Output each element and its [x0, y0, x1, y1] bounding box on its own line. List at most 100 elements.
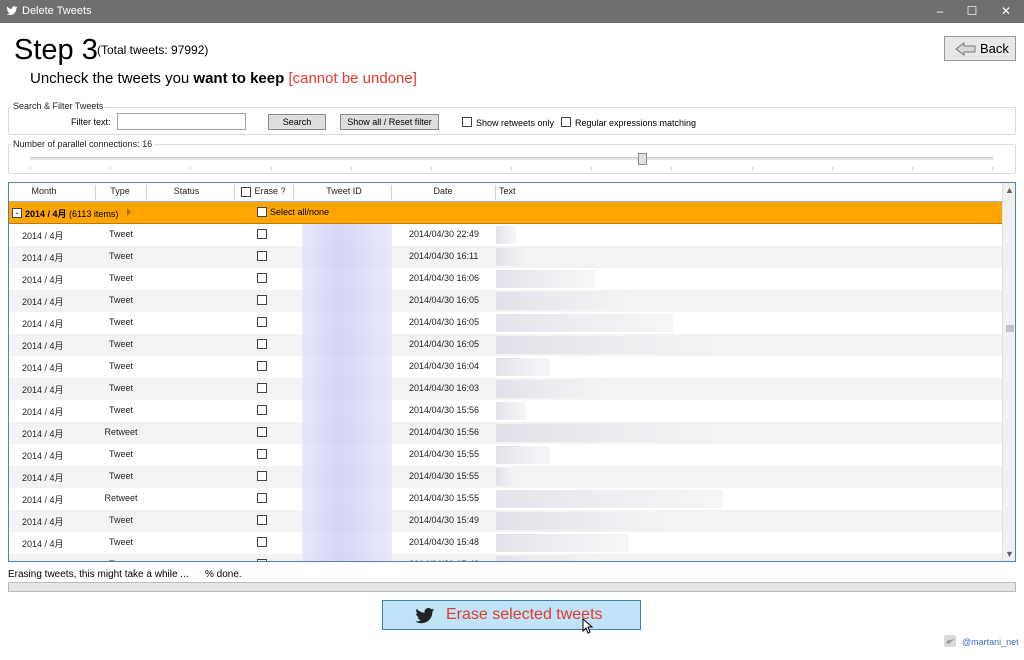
erase-selected-button[interactable]: Erase selected tweets — [382, 600, 641, 630]
window-title: Delete Tweets — [22, 5, 92, 17]
grid-scrollbar[interactable]: ▲ ▼ — [1002, 183, 1015, 561]
table-row[interactable]: 2014 / 4月 Tweet 2014/04/30 15:55 — [9, 466, 1002, 488]
erase-checkbox[interactable] — [257, 559, 267, 561]
scroll-up-button[interactable]: ▲ — [1005, 185, 1014, 195]
instruction-prefix: Uncheck the tweets you — [30, 70, 194, 87]
cell-type: Tweet — [108, 383, 133, 393]
scroll-thumb[interactable] — [1006, 325, 1014, 332]
erase-checkbox[interactable] — [257, 273, 267, 283]
tweet-text-redacted — [496, 424, 723, 442]
cell-month: 2014 / 4月 — [22, 473, 64, 483]
cell-month: 2014 / 4月 — [22, 429, 64, 439]
cell-date: 2014/04/30 16:03 — [409, 383, 480, 393]
erase-checkbox[interactable] — [257, 361, 267, 371]
cell-month: 2014 / 4月 — [22, 275, 64, 285]
grid-rows: 2014 / 4月 Tweet 2014/04/30 22:49 2014 / 4月 T… — [9, 224, 1002, 561]
col-status[interactable]: Status — [149, 186, 224, 196]
table-row[interactable]: 2014 / 4月 Tweet 2014/04/30 22:49 — [9, 224, 1002, 246]
slider-tick — [351, 167, 352, 170]
retweets-only-checkbox[interactable] — [462, 117, 472, 127]
col-type[interactable]: Type — [97, 186, 143, 196]
tweet-text-redacted — [496, 226, 516, 244]
erase-checkbox[interactable] — [257, 427, 267, 437]
erase-checkbox[interactable] — [257, 383, 267, 393]
erase-checkbox[interactable] — [257, 251, 267, 261]
table-row[interactable]: 2014 / 4月 Tweet 2014/04/30 16:03 — [9, 378, 1002, 400]
minimize-button[interactable]: – — [923, 0, 957, 23]
col-tweet-id[interactable]: Tweet ID — [296, 186, 392, 196]
cell-month: 2014 / 4月 — [22, 407, 64, 417]
table-row[interactable]: 2014 / 4月 Tweet 2014/04/30 15:49 — [9, 510, 1002, 532]
tweet-id-redacted — [302, 334, 392, 356]
parallel-slider-track[interactable] — [30, 157, 993, 160]
collapse-toggle[interactable]: - — [12, 208, 22, 218]
erase-checkbox[interactable] — [257, 449, 267, 459]
scroll-down-button[interactable]: ▼ — [1005, 549, 1014, 559]
month-group-row[interactable]: - 2014 / 4月 (6113 items) Select all/none — [9, 202, 1002, 224]
erase-checkbox[interactable] — [257, 493, 267, 503]
col-text[interactable]: Text — [499, 186, 516, 196]
slider-tick — [832, 167, 833, 170]
table-row[interactable]: 2014 / 4月 Tweet 2014/04/30 16:04 — [9, 356, 1002, 378]
table-row[interactable]: 2014 / 4月 Retweet 2014/04/30 15:55 — [9, 488, 1002, 510]
erase-checkbox[interactable] — [257, 229, 267, 239]
group-month: 2014 / 4月 — [25, 209, 67, 219]
instruction-text: Uncheck the tweets you want to keep [can… — [30, 70, 417, 87]
col-erase[interactable]: Erase ? — [253, 186, 287, 196]
cell-type: Tweet — [108, 537, 133, 547]
tweet-text-redacted — [496, 534, 629, 552]
select-all-checkbox[interactable] — [257, 207, 267, 217]
table-row[interactable]: 2014 / 4月 Tweet 2014/04/30 16:05 — [9, 334, 1002, 356]
regex-checkbox[interactable] — [561, 117, 571, 127]
erase-checkbox[interactable] — [257, 515, 267, 525]
tweet-text-redacted — [496, 512, 673, 530]
slider-tick — [271, 167, 272, 170]
search-filter-title: Search & Filter Tweets — [11, 101, 106, 111]
cell-month: 2014 / 4月 — [22, 341, 64, 351]
search-button[interactable]: Search — [268, 114, 326, 130]
cell-date: 2014/04/30 15:56 — [409, 405, 480, 415]
erase-checkbox[interactable] — [257, 405, 267, 415]
col-month[interactable]: Month — [14, 186, 74, 196]
erase-all-header-checkbox[interactable] — [241, 187, 251, 197]
table-row[interactable]: 2014 / 4月 Tweet 2014/04/30 15:48 — [9, 554, 1002, 561]
reset-filter-button[interactable]: Show all / Reset filter — [340, 114, 439, 130]
credit-link[interactable]: @martani_net — [962, 637, 1019, 647]
cell-month: 2014 / 4月 — [22, 517, 64, 527]
cell-date: 2014/04/30 16:05 — [409, 295, 480, 305]
col-date[interactable]: Date — [393, 186, 493, 196]
erase-checkbox[interactable] — [257, 537, 267, 547]
cell-month: 2014 / 4月 — [22, 297, 64, 307]
cell-type: Tweet — [91, 559, 151, 561]
erase-checkbox[interactable] — [257, 471, 267, 481]
erase-checkbox[interactable] — [257, 339, 267, 349]
cell-month: 2014 / 4月 — [22, 253, 64, 263]
parallel-slider-thumb[interactable] — [638, 153, 647, 165]
table-row[interactable]: 2014 / 4月 Tweet 2014/04/30 16:05 — [9, 290, 1002, 312]
close-button[interactable]: ✕ — [989, 0, 1023, 23]
table-row[interactable]: 2014 / 4月 Tweet 2014/04/30 16:05 — [9, 312, 1002, 334]
table-row[interactable]: 2014 / 4月 Tweet 2014/04/30 15:48 — [9, 532, 1002, 554]
grid-header: Month Type Status Erase ? Tweet ID Date … — [9, 183, 1002, 202]
cell-type: Tweet — [108, 317, 133, 327]
erase-checkbox[interactable] — [257, 295, 267, 305]
maximize-button[interactable]: ☐ — [955, 0, 989, 23]
select-all-label: Select all/none — [270, 207, 330, 217]
total-tweets: (Total tweets: 97992) — [97, 43, 209, 57]
group-count: (6113 items) — [69, 209, 119, 219]
slider-tick — [912, 167, 913, 170]
cell-date: 2014/04/30 16:06 — [409, 273, 480, 283]
table-row[interactable]: 2014 / 4月 Tweet 2014/04/30 15:55 — [9, 444, 1002, 466]
twitter-bird-icon — [6, 6, 18, 16]
cell-type: Tweet — [108, 251, 133, 261]
col-separator — [293, 185, 294, 200]
step-title: Step 3 — [14, 34, 98, 66]
tweet-text-redacted — [496, 468, 516, 486]
table-row[interactable]: 2014 / 4月 Retweet 2014/04/30 15:56 — [9, 422, 1002, 444]
back-button[interactable]: Back — [944, 36, 1016, 61]
filter-text-input[interactable] — [117, 113, 246, 130]
erase-checkbox[interactable] — [257, 317, 267, 327]
table-row[interactable]: 2014 / 4月 Tweet 2014/04/30 15:56 — [9, 400, 1002, 422]
table-row[interactable]: 2014 / 4月 Tweet 2014/04/30 16:06 — [9, 268, 1002, 290]
table-row[interactable]: 2014 / 4月 Tweet 2014/04/30 16:11 — [9, 246, 1002, 268]
